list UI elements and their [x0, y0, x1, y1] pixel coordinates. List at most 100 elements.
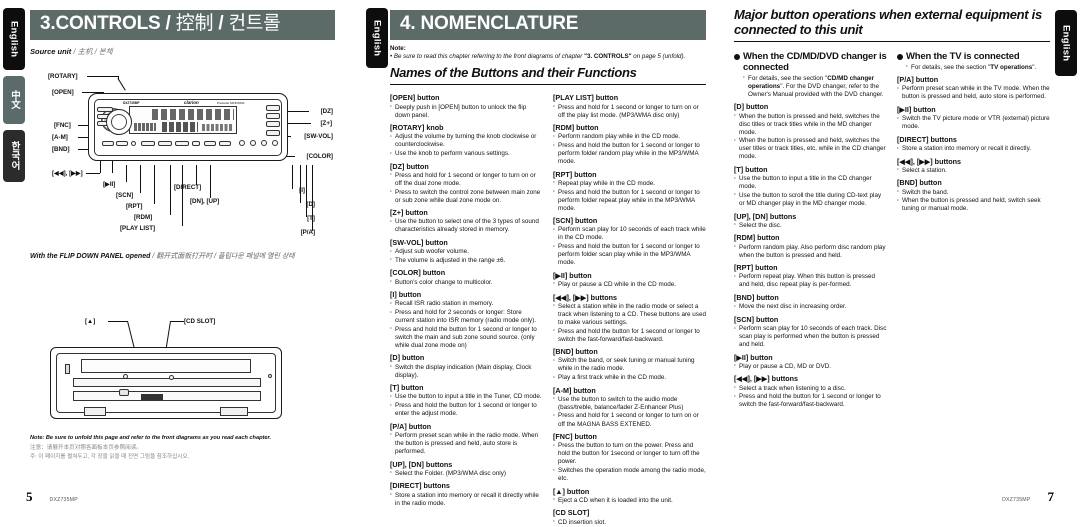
button-rdm[interactable]	[175, 140, 189, 146]
button-i[interactable]	[250, 139, 256, 146]
footer-left: 5 DXZ735MP	[26, 489, 78, 505]
footer-right: DXZ735MP 7	[1002, 489, 1054, 505]
language-tab-english-middle[interactable]: English	[366, 8, 388, 68]
middle-column-1: [OPEN] buttonDeeply push in [OPEN] butto…	[390, 90, 543, 527]
button-description-entry: [A-M] buttonUse the button to switch to …	[553, 386, 706, 429]
button-play-pause[interactable]	[131, 140, 136, 146]
button-name-heading: [RPT] button	[553, 169, 597, 179]
button-dn[interactable]	[204, 140, 216, 146]
flip-down-panel-diagram: [▲] [CD SLOT]	[30, 317, 335, 427]
left-page-content: 3.CONTROLS / 控制 / 컨트롤 Source unit / 主机 /…	[30, 10, 335, 460]
callout-cd-slot: [CD SLOT]	[184, 317, 216, 325]
button-name-heading: [D] button	[734, 102, 769, 112]
button-description-entry: [DIRECT] buttonsStore a station into mem…	[390, 482, 543, 507]
button-d[interactable]	[261, 139, 267, 146]
button-up[interactable]	[219, 140, 231, 146]
subhead-kr: 본체	[98, 46, 113, 56]
button-function-list: Perform preset scan while in the radio m…	[390, 431, 543, 456]
button-name-heading: [BND] button	[734, 292, 779, 302]
button-function-list: Store a station into memory or recall it…	[897, 145, 1050, 153]
button-function-list: Select the Folder. (MP3/WMA disc only)	[390, 469, 543, 478]
button-name-heading: [PLAY LIST] button	[553, 93, 619, 103]
button-function-item: Eject a CD when it is loaded into the un…	[553, 496, 706, 505]
button-t[interactable]	[272, 139, 278, 146]
button-name-heading: [I] button	[390, 290, 422, 300]
button-color[interactable]	[266, 129, 280, 136]
eject-button[interactable]	[119, 388, 129, 396]
subhead-en: Source unit	[30, 46, 72, 56]
button-dz[interactable]	[266, 104, 280, 111]
button-function-item: Select a track when listening to a disc.	[734, 384, 887, 393]
button-function-list: Switch the band, or seek tuning or manua…	[553, 357, 706, 382]
language-tab-chinese[interactable]: 中文	[3, 76, 25, 124]
button-description-entry: [D] buttonSwitch the display indication …	[390, 354, 543, 379]
button-function-item: Use the knob to perform various settings…	[390, 150, 543, 158]
language-tab-korean[interactable]: 한국어	[3, 130, 25, 182]
section-title-button-names: Names of the Buttons and their Functions	[390, 64, 637, 80]
button-name-heading: [SCN] button	[734, 314, 779, 324]
button-direct-1[interactable]	[239, 139, 245, 146]
button-name-heading: [DIRECT] buttons	[390, 481, 450, 491]
button-sw-vol[interactable]	[266, 120, 280, 127]
button-name-heading: [▶II] button	[734, 352, 773, 362]
button-scn[interactable]	[141, 140, 155, 146]
button-function-item: Perform random play while in the CD mode…	[553, 133, 706, 141]
button-function-list: Perform scan play for 10 seconds of each…	[553, 226, 706, 267]
button-play-list[interactable]	[192, 140, 200, 146]
button-function-item: Press to switch the control zone between…	[390, 188, 543, 205]
button-name-heading: [P/A] button	[390, 421, 432, 431]
tv-note-c: ".	[1032, 63, 1037, 71]
button-z-plus[interactable]	[266, 112, 280, 119]
button-function-list: Perform random play while in the CD mode…	[553, 133, 706, 166]
button-function-item: Switch the band.	[897, 188, 1050, 197]
subhead-cn: 主机	[77, 46, 93, 56]
rotary-knob[interactable]	[106, 108, 132, 135]
button-function-item: Press and hold the button for 1 second o…	[553, 188, 706, 213]
language-tab-english[interactable]: English	[3, 8, 25, 70]
button-name-heading: [DZ] button	[390, 161, 429, 171]
button-description-entry: [T] buttonUse the button to input a titl…	[390, 384, 543, 418]
button-description-entry: [SCN] buttonPerform scan play for 10 sec…	[734, 314, 887, 349]
button-name-heading: [RDM] button	[734, 233, 780, 243]
button-description-entry: [Z+] buttonUse the button to select one …	[390, 208, 543, 234]
button-description-entry: [D] buttonWhen the button is pressed and…	[734, 103, 887, 161]
chapter-title-en: 3.CONTROLS	[40, 13, 161, 34]
button-function-item: Select a station while in the radio mode…	[553, 302, 706, 327]
button-function-item: The volume is adjusted in the range ±6.	[390, 256, 543, 265]
button-description-entry: [P/A] buttonPerform preset scan while in…	[897, 75, 1050, 101]
button-function-list: Perform random play. Also perform disc r…	[734, 243, 887, 260]
button-seek-back[interactable]	[102, 140, 114, 146]
button-function-item: Perform scan play for 10 seconds of each…	[553, 226, 706, 242]
callout-direct: [DIRECT]	[174, 183, 202, 191]
callout-rotary: [ROTARY]	[48, 72, 78, 80]
flip-caption-cn: 翻开式面板打开时	[156, 252, 213, 260]
section-rule	[390, 83, 706, 85]
callout-am: [A-M]	[52, 133, 68, 141]
flip-panel-body	[50, 346, 282, 419]
button-function-item: Select the Folder. (MP3/WMA disc only)	[390, 469, 543, 478]
source-unit-diagram: [ROTARY] [OPEN] [FNC] [A-M] [BND] [DZ] […	[30, 65, 335, 315]
callout-fnc: [FNC]	[54, 121, 71, 129]
button-function-list: Use the button to select one of the 3 ty…	[390, 218, 543, 234]
button-description-entry: [▶II] buttonSwitch the TV picture mode o…	[897, 105, 1050, 131]
button-function-item: Recall ISR radio station in memory.	[390, 300, 543, 308]
model-number-left: DXZ735MP	[49, 497, 78, 503]
button-function-list: Press the button to turn on the power. P…	[553, 442, 706, 483]
button-function-item: Use the button to switch to the audio mo…	[553, 395, 706, 412]
button-seek-fwd[interactable]	[116, 140, 128, 146]
button-description-entry: [BND] buttonMove the next disc in increa…	[734, 292, 887, 311]
chapter-title-cn: 控制	[175, 13, 214, 34]
button-description-entry: [FNC] buttonPress the button to turn on …	[553, 432, 706, 483]
button-rpt[interactable]	[158, 140, 172, 146]
button-function-item: Switch the display indication (Main disp…	[390, 363, 543, 380]
button-function-item: Play a first track while in the CD mode.	[553, 374, 706, 382]
callout-zplus: [Z+]	[320, 119, 332, 127]
button-function-item: Press and hold for 1 second or longer to…	[553, 412, 706, 428]
button-description-entry: [▶II] buttonPlay or pause a CD, MD or DV…	[734, 352, 887, 371]
button-function-list: CD insertion slot.	[553, 518, 706, 527]
page-middle: English 4. NOMENCLATURE Note: • Be sure …	[360, 0, 784, 526]
button-function-list: Eject a CD when it is loaded into the un…	[553, 496, 706, 505]
button-function-item: Switches the operation mode among the ra…	[553, 467, 706, 483]
language-tab-english-right[interactable]: English	[1055, 10, 1077, 76]
callout-play-list: [PLAY LIST]	[120, 224, 156, 232]
